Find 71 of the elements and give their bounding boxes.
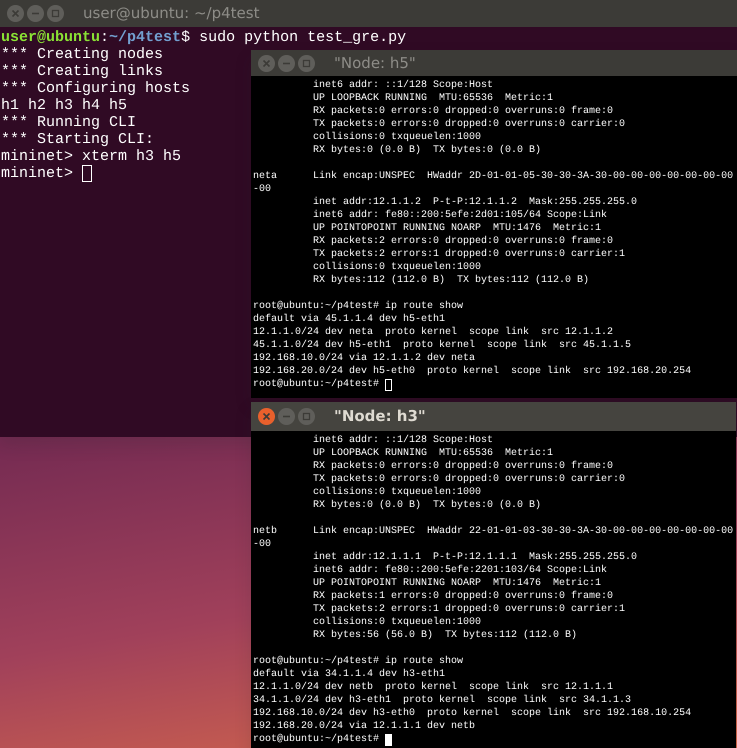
terminal-line: UP LOOPBACK RUNNING MTU:65536 Metric:1: [312, 447, 554, 460]
prompt-text: root@ubuntu:~/p4test#: [253, 378, 380, 391]
terminal-line: inet6 addr: ::1/128 Scope:Host: [312, 79, 494, 92]
close-icon: [262, 412, 271, 421]
terminal-line: *** Creating nodes: [1, 46, 164, 63]
terminal-line: RX packets:0 errors:0 dropped:0 overruns:0 frame:0: [312, 460, 614, 473]
terminal-line: root@ubuntu:~/p4test# ip route show: [253, 300, 464, 313]
close-icon: [11, 9, 20, 18]
terminal-line: 12.1.1.0/24 dev netb proto kernel scope link src 12.1.1.1: [253, 681, 614, 694]
window-title: "Node: h5": [334, 52, 416, 74]
terminal-line: default via 34.1.1.4 dev h3-eth1: [253, 668, 446, 681]
terminal-line: collisions:0 txqueuelen:1000: [312, 131, 482, 144]
minimize-button[interactable]: [278, 408, 295, 425]
close-button[interactable]: [258, 408, 275, 425]
terminal-line: collisions:0 txqueuelen:1000: [312, 261, 482, 274]
terminal-line: *** Configuring hosts: [1, 80, 190, 97]
maximize-button[interactable]: [298, 54, 315, 72]
terminal-line: TX packets:2 errors:1 dropped:0 overruns:0 carrier:1: [312, 248, 626, 261]
terminal-line: 34.1.1.0/24 dev h3-eth1 proto kernel scope link src 34.1.1.3: [253, 694, 632, 707]
close-icon: [262, 58, 271, 68]
terminal-line: UP LOOPBACK RUNNING MTU:65536 Metric:1: [312, 92, 554, 105]
terminal-line: RX bytes:0 (0.0 B) TX bytes:0 (0.0 B): [312, 499, 542, 512]
terminal-line: RX bytes:112 (112.0 B) TX bytes:112 (112.0 B): [312, 274, 590, 287]
minimize-button[interactable]: [278, 54, 295, 72]
terminal-line: h1 h2 h3 h4 h5: [1, 97, 128, 114]
terminal-line: collisions:0 txqueuelen:1000: [312, 486, 482, 499]
minimize-button[interactable]: [27, 5, 44, 22]
terminal-line: -00: [253, 183, 272, 196]
terminal-line: 192.168.20.0/24 dev h5-eth0 proto kernel scope link src 192.168.20.254: [253, 365, 692, 378]
terminal-line: 192.168.20.0/24 via 12.1.1.1 dev netb: [253, 720, 476, 733]
terminal-line: collisions:0 txqueuelen:1000: [312, 616, 482, 629]
terminal-line: inet addr:12.1.1.2 P-t-P:12.1.1.2 Mask:255.255.255.0: [312, 196, 638, 209]
terminal-line: RX bytes:56 (56.0 B) TX bytes:112 (112.0 B): [312, 629, 578, 642]
terminal-line: UP POINTOPOINT RUNNING NOARP MTU:1476 Metric:1: [312, 222, 602, 235]
maximize-button[interactable]: [47, 5, 64, 22]
terminal-line: TX packets:2 errors:1 dropped:0 overruns:0 carrier:1: [312, 603, 626, 616]
terminal-line: RX packets:1 errors:0 dropped:0 overruns:0 frame:0: [312, 590, 614, 603]
terminal-line: RX packets:0 errors:0 dropped:0 overruns:0 frame:0: [312, 105, 614, 118]
prompt-text: root@ubuntu:~/p4test#: [253, 733, 380, 746]
terminal-line: mininet> xterm h3 h5: [1, 148, 182, 165]
close-button[interactable]: [258, 54, 275, 72]
terminal-line: *** Running CLI: [1, 114, 136, 131]
maximize-icon: [51, 9, 60, 18]
maximize-icon: [302, 412, 311, 421]
terminal-line: inet6 addr: fe80::200:5efe:2201:103/64 Scope:Link: [312, 564, 608, 577]
maximize-button[interactable]: [298, 408, 315, 425]
terminal-line: 192.168.10.0/24 via 12.1.1.2 dev neta: [253, 352, 476, 365]
terminal-line: neta Link encap:UNSPEC HWaddr 2D-01-01-05-30-30-3A-30-00-00-00-00-00-00-00: [253, 170, 734, 183]
close-button[interactable]: [7, 5, 24, 22]
terminal-line: inet6 addr: ::1/128 Scope:Host: [312, 434, 494, 447]
terminal-line: RX bytes:0 (0.0 B) TX bytes:0 (0.0 B): [312, 144, 542, 157]
terminal-line: 12.1.1.0/24 dev neta proto kernel scope link src 12.1.1.2: [253, 326, 614, 339]
terminal-line: TX packets:0 errors:0 dropped:0 overruns:0 carrier:0: [312, 118, 626, 131]
window-title: user@ubuntu: ~/p4test: [83, 3, 260, 24]
terminal-line: user@ubuntu:~/p4test$ sudo python test_gre.py: [1, 29, 406, 46]
terminal-line: *** Creating links: [1, 63, 164, 80]
terminal-line: default via 45.1.1.4 dev h5-eth1: [253, 313, 446, 326]
terminal-line: 192.168.10.0/24 dev h3-eth0 proto kernel scope link src 192.168.10.254: [253, 707, 692, 720]
terminal-line: 45.1.1.0/24 dev h5-eth1 proto kernel scope link src 45.1.1.5: [253, 339, 632, 352]
terminal-line: TX packets:0 errors:0 dropped:0 overruns:0 carrier:0: [312, 473, 626, 486]
terminal-line: inet6 addr: fe80::200:5efe:2d01:105/64 Scope:Link: [312, 209, 608, 222]
prompt-text: mininet>: [1, 165, 74, 182]
terminal-line: *** Starting CLI:: [1, 131, 154, 148]
terminal-line: UP POINTOPOINT RUNNING NOARP MTU:1476 Metric:1: [312, 577, 602, 590]
terminal-line: RX packets:2 errors:0 dropped:0 overruns:0 frame:0: [312, 235, 614, 248]
terminal-line: root@ubuntu:~/p4test# ip route show: [253, 655, 464, 668]
window-title: "Node: h3": [334, 406, 426, 428]
terminal-line: inet addr:12.1.1.1 P-t-P:12.1.1.1 Mask:255.255.255.0: [312, 551, 638, 564]
terminal-line: -00: [253, 538, 272, 551]
terminal-line: netb Link encap:UNSPEC HWaddr 22-01-01-03-30-30-3A-30-00-00-00-00-00-00-00: [253, 525, 734, 538]
maximize-icon: [302, 58, 311, 68]
